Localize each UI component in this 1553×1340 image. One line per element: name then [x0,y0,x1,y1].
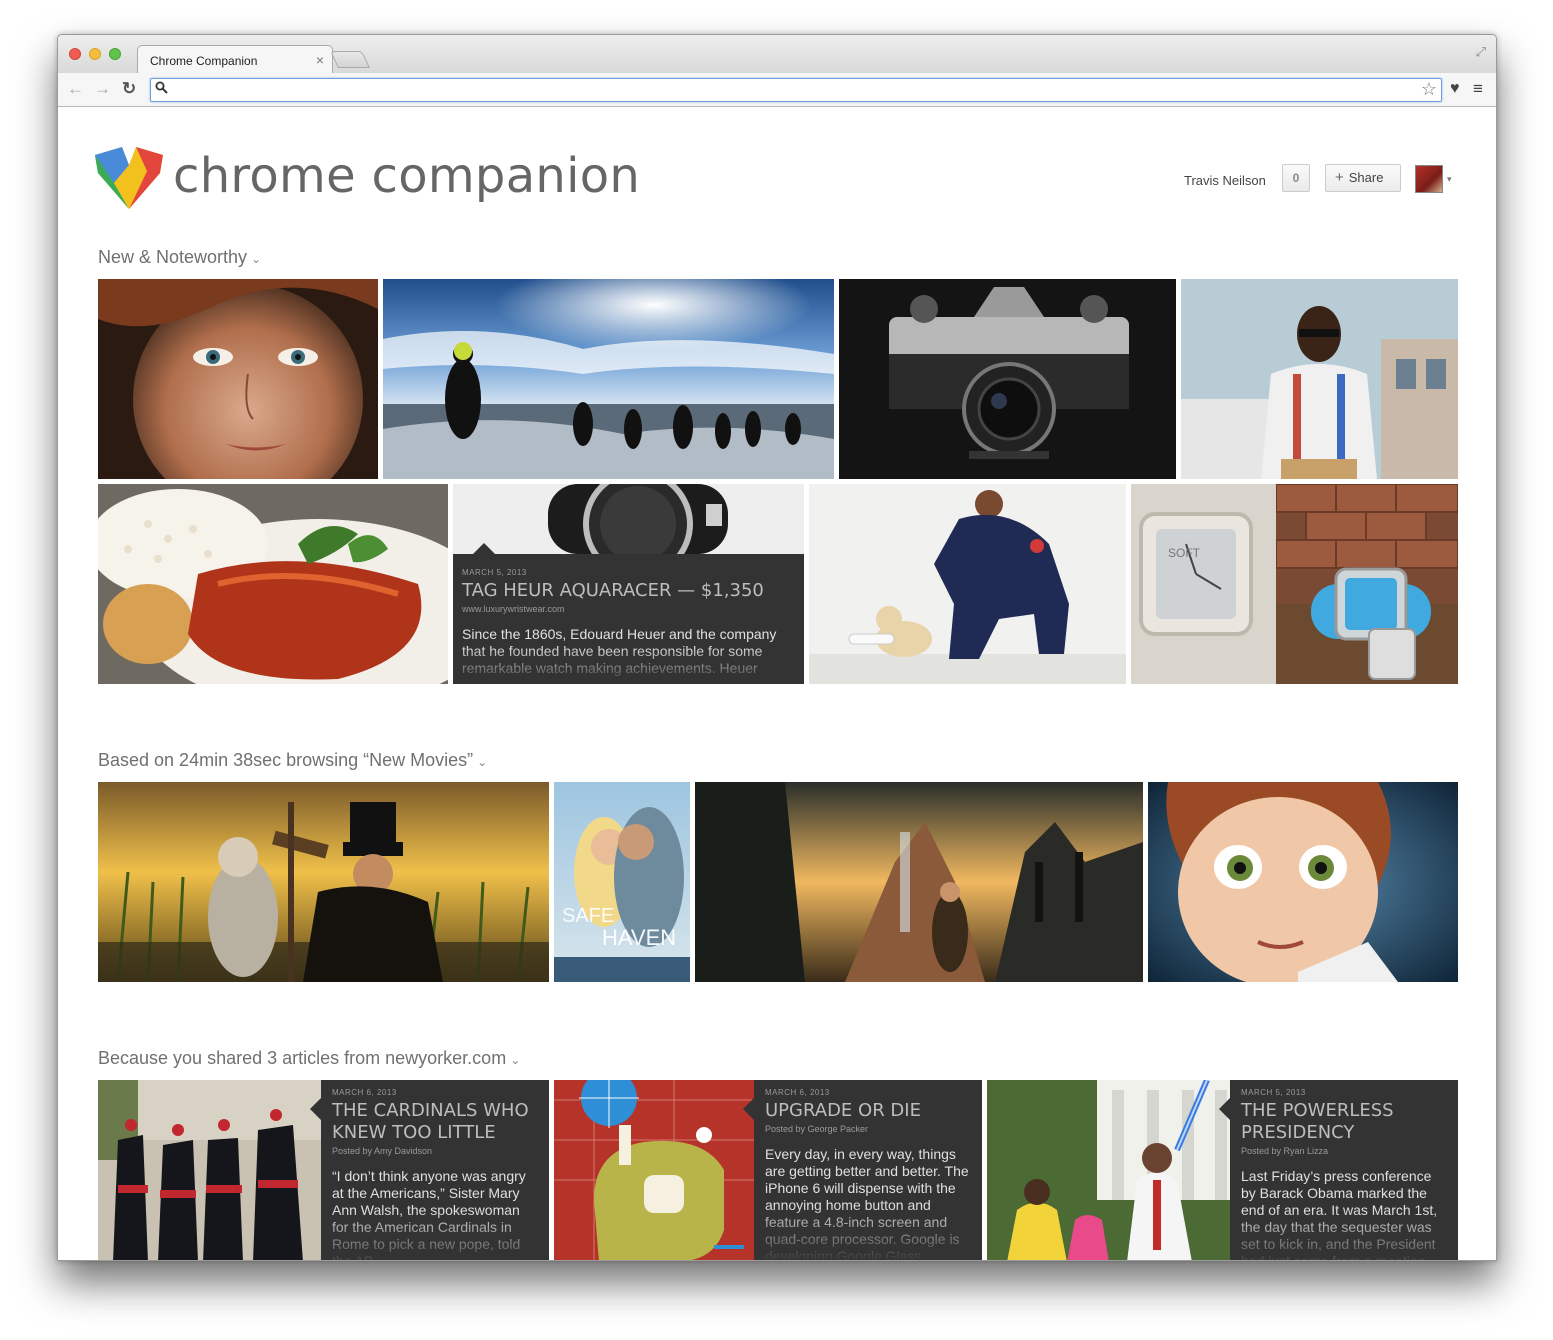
card-body: Every day, in every way, things are gett… [765,1146,972,1260]
card-body: “I don’t think anyone was angry at the A… [332,1168,539,1260]
section-title-newyorker[interactable]: Because you shared 3 articles from newyo… [98,1048,520,1069]
card-body: Since the 1860s, Edouard Heuer and the c… [462,626,795,684]
card-date: MARCH 5, 2013 [1241,1088,1306,1097]
card-date: MARCH 6, 2013 [332,1088,397,1097]
share-button[interactable]: + Share [1325,164,1401,192]
tab-strip: Chrome Companion × ⤢ [58,35,1496,74]
chevron-down-icon: ⌄ [251,252,262,266]
watch-brand-text: SOFT [1168,546,1201,560]
image-tile-glazed-food[interactable] [98,484,448,684]
card-byline[interactable]: Posted by George Packer [765,1124,972,1134]
card-body: Last Friday’s press conference by Barack… [1241,1168,1448,1260]
plus-icon: + [1335,169,1344,186]
bookmark-star-icon[interactable]: ☆ [1421,79,1437,100]
poster-title-line2: HAVEN [602,925,676,950]
omnibox[interactable]: ☆ [150,78,1442,102]
image-tile-firefighter-puppy[interactable] [809,484,1126,684]
search-icon [155,81,168,97]
share-label: Share [1348,170,1384,185]
article-card-cardinals[interactable]: MARCH 6, 2013 THE CARDINALS WHO KNEW TOO… [321,1080,549,1260]
card-pointer [310,1098,321,1120]
article-card-upgrade[interactable]: MARCH 6, 2013 UPGRADE OR DIE Posted by G… [754,1080,982,1260]
image-tile-freckled-girl[interactable] [98,279,378,479]
card-headline[interactable]: THE POWERLESS PRESIDENCY [1241,1100,1448,1144]
card-source[interactable]: www.luxurywristwear.com [462,604,795,614]
image-tile-oz[interactable] [98,782,549,982]
chevron-down-icon: ⌄ [477,755,488,769]
section-title-noteworthy[interactable]: New & Noteworthy ⌄ [98,247,261,268]
window-minimize-button[interactable] [89,48,101,60]
tab-chrome-companion[interactable]: Chrome Companion × [137,45,333,74]
browser-window: Chrome Companion × ⤢ ← → ↻ ☆ ♥ ≡ chrome … [57,34,1497,1261]
chevron-down-icon[interactable]: ▾ [1447,174,1452,185]
watch-detail-card[interactable]: MARCH 5, 2013 TAG HEUR AQUARACER — $1,35… [453,554,804,684]
new-tab-button[interactable] [330,51,370,68]
image-tile-robot-illustration[interactable] [554,1080,754,1260]
back-arrow-icon[interactable]: ← [67,79,84,99]
forward-arrow-icon[interactable]: → [94,79,111,99]
poster-title-line1: SAFE [562,905,614,927]
reload-icon[interactable]: ↻ [122,79,136,99]
section-title-movies[interactable]: Based on 24min 38sec browsing “New Movie… [98,750,487,771]
image-tile-vintage-camera[interactable] [839,279,1176,479]
image-tile-safe-haven-poster[interactable]: SAFE HAVEN [554,782,690,982]
card-byline[interactable]: Posted by Amy Davidson [332,1146,539,1156]
card-headline[interactable]: TAG HEUR AQUARACER — $1,350 [462,580,795,602]
card-pointer [743,1098,754,1120]
card-byline[interactable]: Posted by Ryan Lizza [1241,1146,1448,1156]
image-tile-cardinals[interactable] [98,1080,321,1260]
card-pointer [1219,1098,1230,1120]
image-tile-aquaracer-watch[interactable]: MARCH 5, 2013 TAG HEUR AQUARACER — $1,35… [453,484,804,684]
image-tile-animated-girl[interactable] [1148,782,1458,982]
image-tile-hobbit[interactable] [695,782,1143,982]
notification-count[interactable]: 0 [1282,164,1310,192]
image-tile-square-watches[interactable]: SOFT [1131,484,1458,684]
tab-close-icon[interactable]: × [316,52,324,68]
card-pointer [473,543,495,554]
menu-icon[interactable]: ≡ [1473,79,1483,99]
image-tile-triathlon[interactable] [383,279,834,479]
card-headline[interactable]: THE CARDINALS WHO KNEW TOO LITTLE [332,1100,539,1144]
article-card-presidency[interactable]: MARCH 5, 2013 THE POWERLESS PRESIDENCY P… [1230,1080,1458,1260]
section-title-text: Because you shared 3 articles from newyo… [98,1048,507,1068]
window-close-button[interactable] [69,48,81,60]
window-zoom-button[interactable] [109,48,121,60]
fullscreen-icon[interactable]: ⤢ [1476,44,1486,60]
address-input[interactable] [173,81,1413,99]
toolbar: ← → ↻ ☆ ♥ ≡ [58,73,1496,107]
image-tile-man-suspenders[interactable] [1181,279,1458,479]
card-date: MARCH 6, 2013 [765,1088,830,1097]
page-title: chrome companion [173,148,641,204]
card-headline[interactable]: UPGRADE OR DIE [765,1100,972,1122]
user-name[interactable]: Travis Neilson [1184,173,1266,188]
image-tile-obama[interactable] [987,1080,1230,1260]
chevron-down-icon: ⌄ [510,1053,521,1067]
section-title-text: New & Noteworthy [98,247,248,267]
card-date: MARCH 5, 2013 [462,568,527,577]
avatar[interactable] [1415,165,1443,193]
page-content: chrome companion Travis Neilson 0 + Share… [58,108,1496,1260]
chrome-companion-logo-icon [95,147,163,209]
companion-extension-icon[interactable]: ♥ [1450,80,1460,98]
tab-title: Chrome Companion [150,54,258,68]
section-title-text: Based on 24min 38sec browsing “New Movie… [98,750,474,770]
